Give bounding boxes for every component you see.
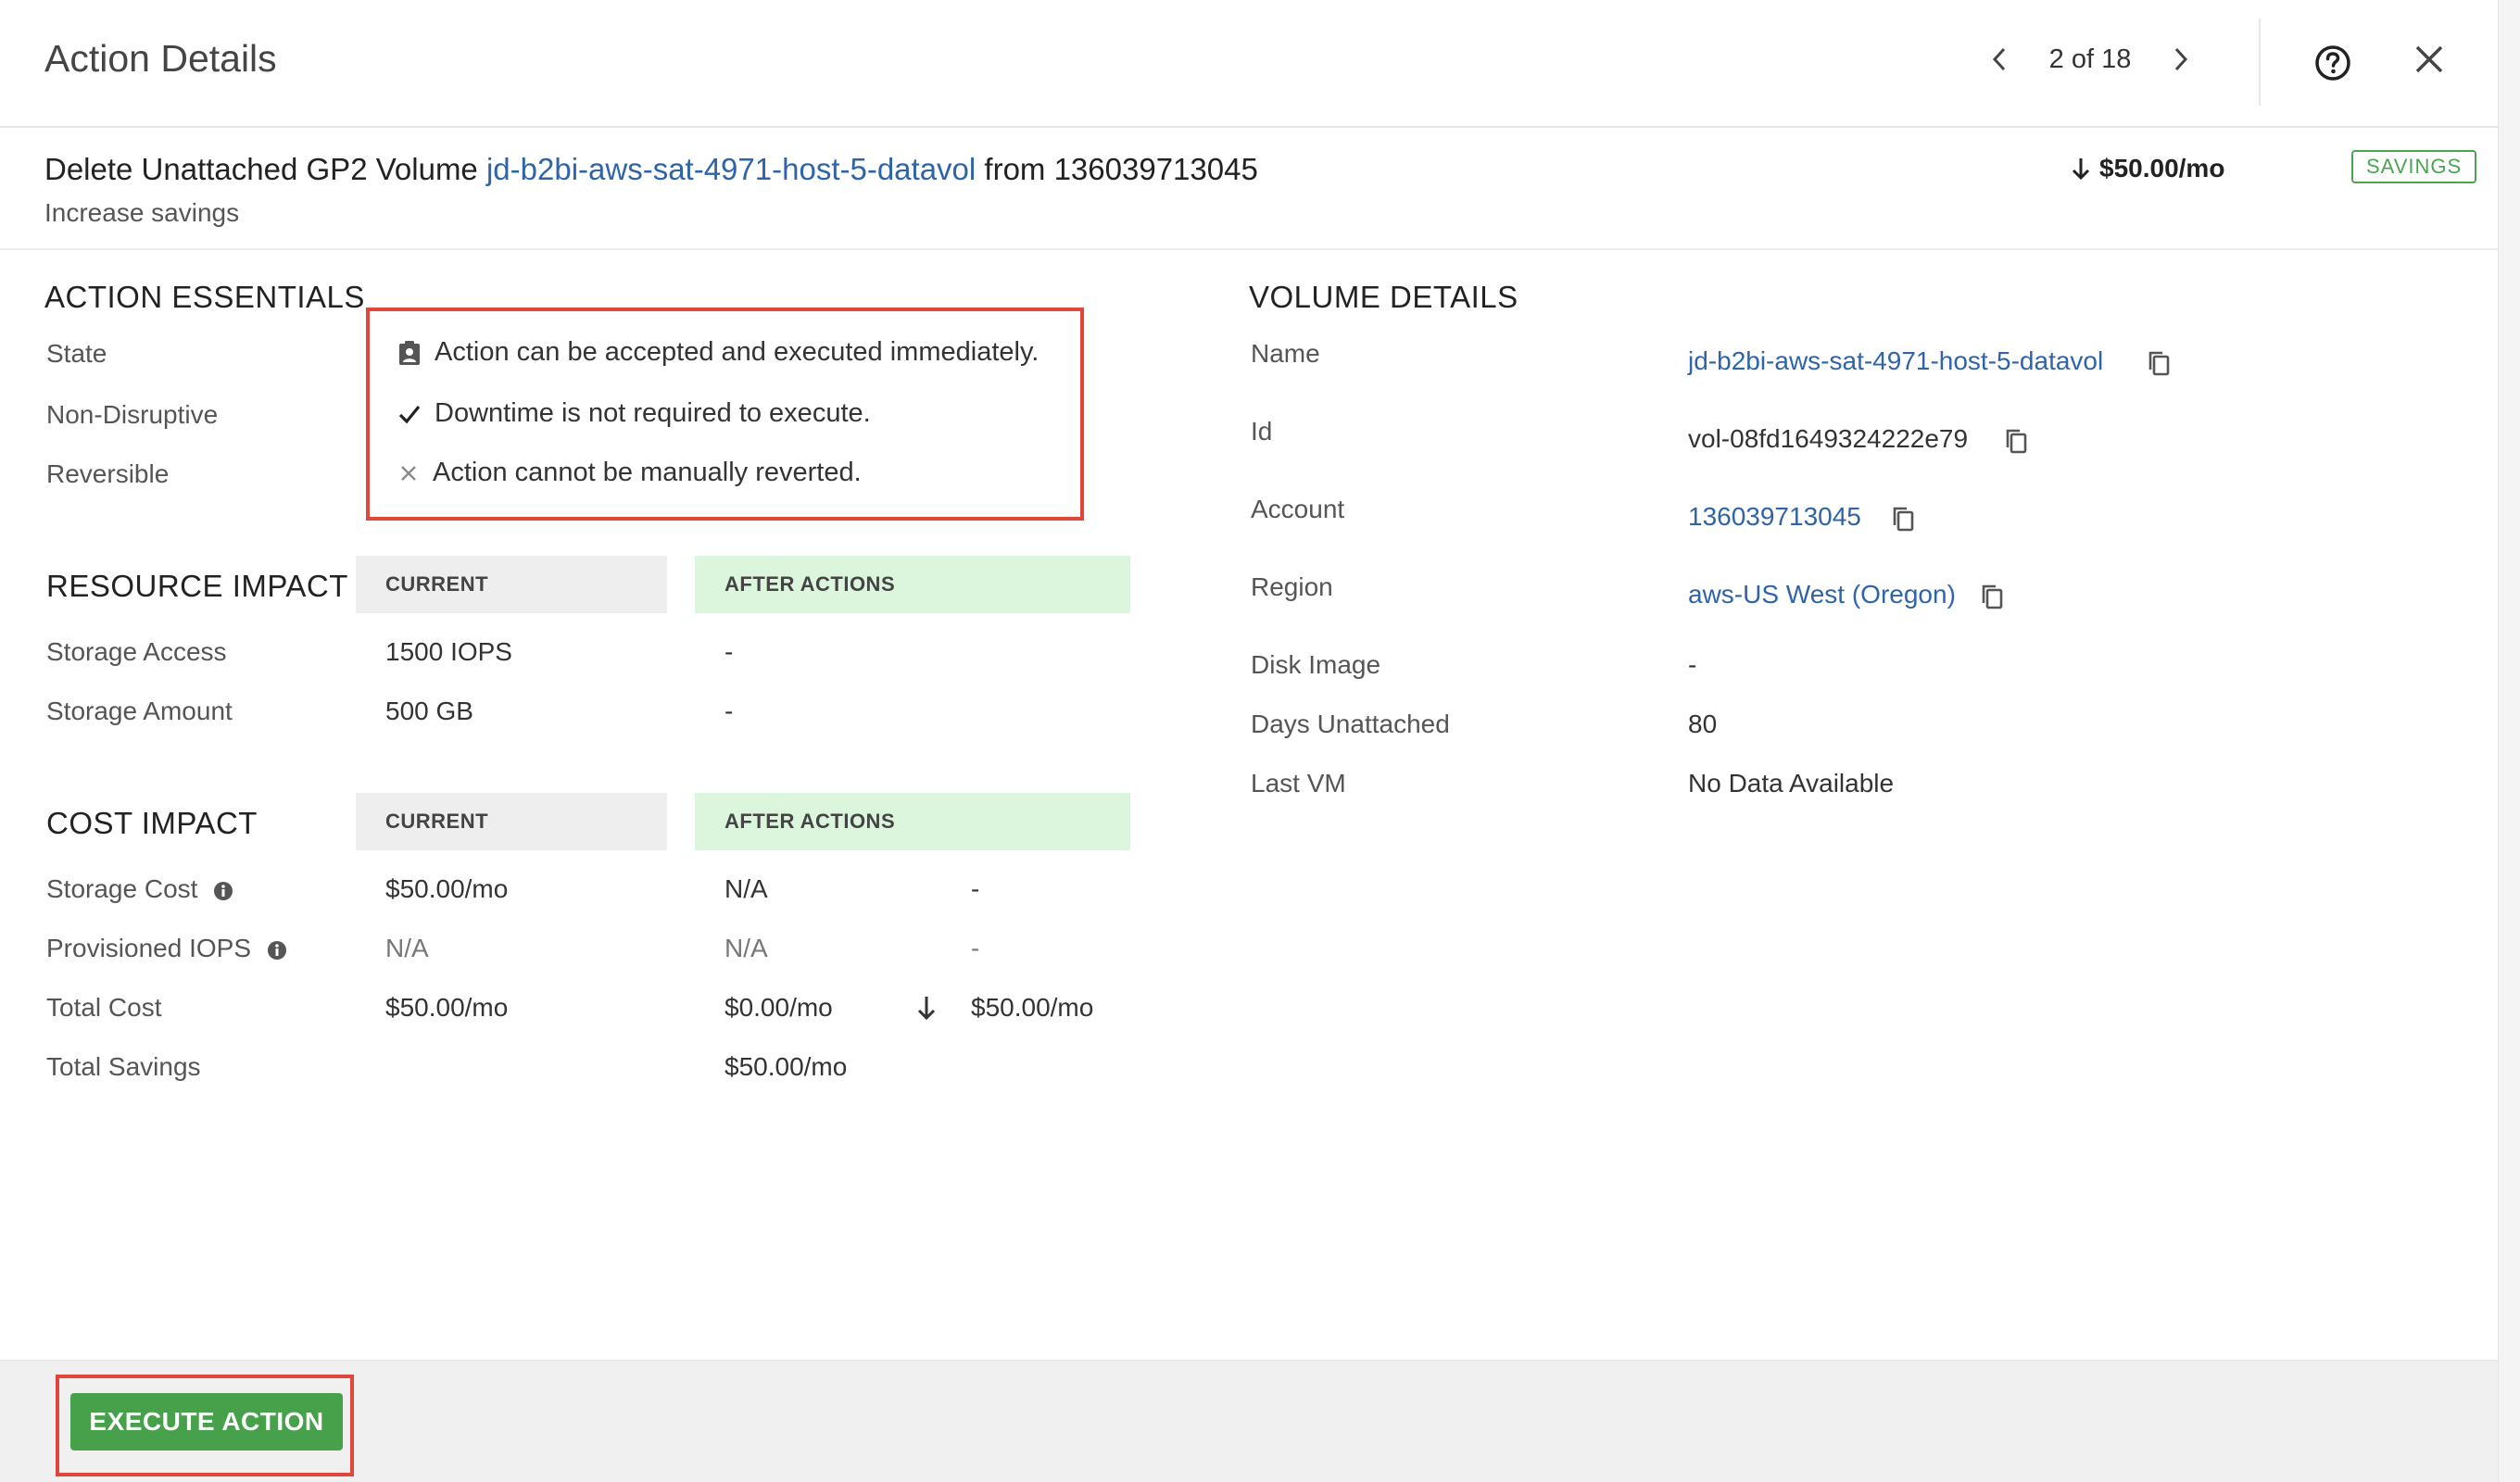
state-text: Action can be accepted and executed imme…	[435, 337, 1040, 367]
x-icon	[401, 465, 416, 481]
days-unattached-label: Days Unattached	[1251, 710, 1450, 738]
arrow-down-icon	[917, 997, 936, 1021]
copy-icon	[1893, 507, 1914, 532]
copy-icon	[2148, 351, 2170, 376]
account-link[interactable]: 136039713045	[1688, 502, 1861, 532]
cost-impact-title: COST IMPACT	[46, 806, 258, 840]
resource-impact-title: RESOURCE IMPACT	[46, 569, 348, 603]
storage-cost-current: $50.00/mo	[385, 874, 509, 903]
savings-amount: $50.00/mo	[2072, 154, 2224, 183]
next-button[interactable]	[2155, 33, 2207, 85]
cost-after-header: AFTER ACTIONS	[695, 793, 1130, 850]
panel-footer	[0, 1360, 2501, 1482]
storage-amount-label: Storage Amount	[46, 697, 233, 725]
total-cost-label: Total Cost	[46, 993, 162, 1022]
volume-name-link[interactable]: jd-b2bi-aws-sat-4971-host-5-datavol	[1688, 346, 2103, 376]
action-essentials-title: ACTION ESSENTIALS	[44, 280, 365, 314]
copy-icon	[1982, 584, 2003, 609]
savings-badge: SAVINGS	[2351, 150, 2477, 183]
action-description: Delete Unattached GP2 Volume jd-b2bi-aws…	[44, 152, 1258, 187]
copy-id-button[interactable]	[1999, 424, 2033, 458]
non-disruptive-text: Downtime is not required to execute.	[435, 398, 871, 428]
scrollbar[interactable]	[2498, 0, 2520, 1482]
action-details-panel: Action Details 2 of 18 Delete Unattached…	[0, 0, 2520, 1482]
non-disruptive-label: Non-Disruptive	[46, 400, 219, 429]
copy-region-button[interactable]	[1975, 580, 2009, 613]
cost-current-header: CURRENT	[356, 793, 667, 850]
panel-header: Action Details 2 of 18	[0, 0, 2501, 128]
action-subtitle: Increase savings	[44, 198, 240, 227]
close-icon	[2415, 45, 2443, 73]
provisioned-iops-label: Provisioned IOPS	[46, 934, 288, 963]
page-title: Action Details	[44, 37, 277, 80]
storage-cost-delta: -	[971, 874, 980, 903]
storage-cost-label: Storage Cost	[46, 874, 234, 904]
account-label: Account	[1251, 495, 1345, 523]
last-vm-value: No Data Available	[1688, 769, 1895, 798]
close-button[interactable]	[2403, 33, 2455, 85]
total-cost-current: $50.00/mo	[385, 993, 509, 1022]
info-icon[interactable]	[266, 939, 288, 961]
header-divider	[2259, 19, 2261, 106]
copy-icon	[2006, 429, 2027, 454]
chevron-right-icon	[2174, 47, 2188, 71]
volume-id: vol-08fd1649324222e79	[1688, 424, 1969, 453]
pager-count: 2 of 18	[2048, 44, 2132, 74]
id-label: Id	[1251, 417, 1273, 446]
action-description-middle: from	[984, 152, 1046, 186]
state-row: Action can be accepted and executed imme…	[397, 337, 1039, 368]
essentials-highlight-box: Action can be accepted and executed imme…	[366, 308, 1084, 521]
clipboard-person-icon	[399, 340, 420, 365]
arrow-down-icon	[2072, 158, 2090, 181]
chevron-left-icon	[1992, 47, 2006, 71]
last-vm-label: Last VM	[1251, 769, 1346, 798]
storage-access-label: Storage Access	[46, 637, 227, 666]
storage-cost-label-text: Storage Cost	[46, 874, 198, 903]
provisioned-iops-delta: -	[971, 934, 980, 962]
copy-name-button[interactable]	[2142, 346, 2175, 380]
storage-amount-after: -	[724, 697, 734, 725]
disk-image-value: -	[1688, 650, 1697, 679]
execute-action-button[interactable]: EXECUTE ACTION	[70, 1393, 343, 1451]
provisioned-iops-after: N/A	[724, 934, 768, 962]
region-link[interactable]: aws-US West (Oregon)	[1688, 580, 1956, 609]
provisioned-iops-current: N/A	[385, 934, 429, 962]
volume-details-title: VOLUME DETAILS	[1249, 280, 1518, 314]
provisioned-iops-label-text: Provisioned IOPS	[46, 934, 251, 962]
help-button[interactable]	[2307, 37, 2359, 89]
name-label: Name	[1251, 339, 1320, 368]
info-icon[interactable]	[212, 880, 234, 902]
previous-button[interactable]	[1973, 33, 2025, 85]
total-cost-delta: $50.00/mo	[971, 993, 1094, 1022]
check-icon	[398, 405, 421, 423]
region-label: Region	[1251, 572, 1333, 601]
action-summary: Delete Unattached GP2 Volume jd-b2bi-aws…	[0, 130, 2501, 250]
savings-amount-text: $50.00/mo	[2099, 154, 2225, 182]
resource-after-header: AFTER ACTIONS	[695, 556, 1130, 613]
help-icon	[2315, 45, 2350, 81]
storage-amount-current: 500 GB	[385, 697, 473, 725]
storage-cost-after: N/A	[724, 874, 768, 903]
storage-access-after: -	[724, 637, 734, 666]
total-savings-label: Total Savings	[46, 1052, 201, 1081]
copy-account-button[interactable]	[1886, 502, 1920, 535]
pager: 2 of 18	[1973, 33, 2207, 85]
days-unattached-value: 80	[1688, 710, 1718, 738]
reversible-label: Reversible	[46, 459, 170, 488]
total-savings-after: $50.00/mo	[724, 1052, 848, 1081]
action-description-prefix: Delete Unattached GP2 Volume	[44, 152, 478, 186]
reversible-row: Action cannot be manually reverted.	[397, 458, 862, 488]
resource-current-header: CURRENT	[356, 556, 667, 613]
reversible-text: Action cannot be manually reverted.	[433, 458, 862, 487]
non-disruptive-row: Downtime is not required to execute.	[397, 398, 871, 429]
account-id: 136039713045	[1053, 152, 1258, 186]
state-label: State	[46, 339, 107, 368]
volume-link[interactable]: jd-b2bi-aws-sat-4971-host-5-datavol	[486, 152, 976, 186]
total-cost-after: $0.00/mo	[724, 993, 833, 1022]
disk-image-label: Disk Image	[1251, 650, 1381, 679]
storage-access-current: 1500 IOPS	[385, 637, 512, 666]
